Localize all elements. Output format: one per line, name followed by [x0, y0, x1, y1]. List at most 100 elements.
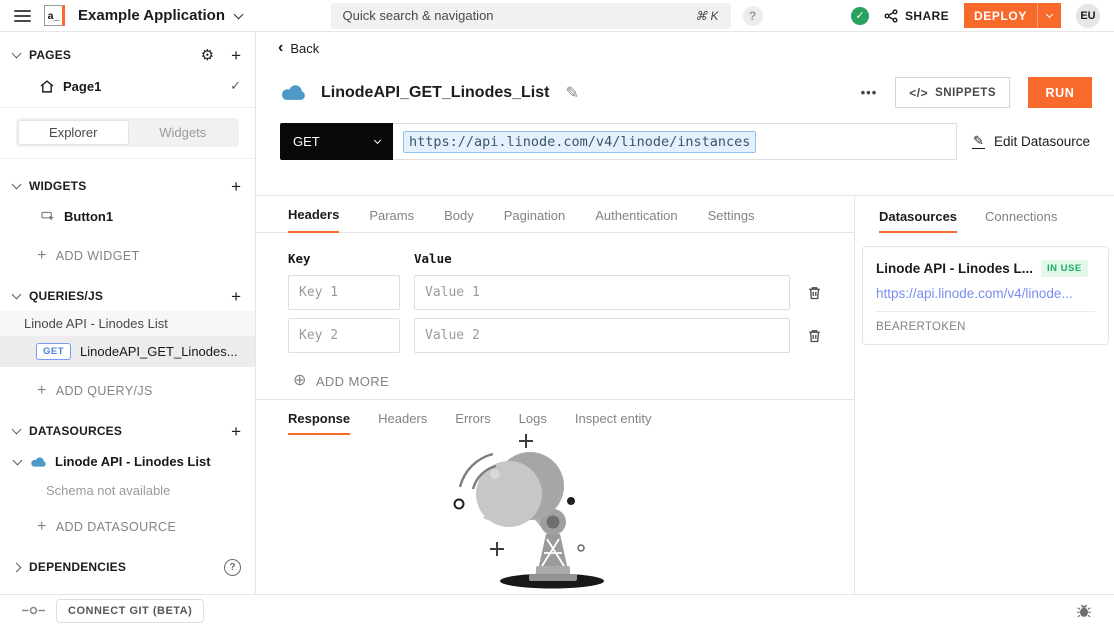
widgets-chevron-down-icon[interactable] [12, 180, 22, 190]
page-selected-check-icon: ✓ [230, 78, 241, 94]
search-shortcut: ⌘ K [695, 9, 718, 23]
sidebar-item-query-selected[interactable]: GET LinodeAPI_GET_Linodes... [0, 336, 255, 367]
widget-name: Button1 [64, 209, 113, 224]
home-icon [40, 80, 54, 93]
deploy-label: DEPLOY [964, 9, 1037, 23]
dependencies-help-icon[interactable]: ? [224, 559, 241, 576]
connect-git-button[interactable]: CONNECT GIT (BETA) [56, 599, 204, 623]
app-title[interactable]: Example Application [78, 7, 225, 24]
datasources-chevron-down-icon[interactable] [12, 425, 22, 435]
hamburger-menu-icon[interactable] [14, 10, 31, 22]
explorer-sidebar: PAGES ⚙ + Page1 ✓ Explorer Widgets WIDGE… [0, 32, 256, 594]
add-datasource-button[interactable]: + ADD DATASOURCE [0, 511, 255, 542]
sidebar-item-page1[interactable]: Page1 ✓ [0, 70, 255, 102]
datasource-card-url[interactable]: https://api.linode.com/v4/linode... [876, 286, 1095, 312]
share-label: SHARE [905, 9, 949, 23]
back-label: Back [290, 41, 319, 56]
empty-response-satellite-illustration [425, 430, 685, 594]
sidebar-item-button1[interactable]: Button1 [0, 201, 255, 232]
app-logo[interactable]: a_ [44, 5, 65, 26]
cloud-icon [30, 456, 47, 468]
divider [0, 158, 255, 159]
edit-datasource-button[interactable]: ✎ Edit Datasource [972, 134, 1090, 150]
query-editor: ‹ Back LinodeAPI_GET_Linodes_List ✎ ••• … [256, 32, 1114, 594]
search-area: Quick search & navigation ⌘ K ? [331, 3, 763, 29]
pages-section-header[interactable]: PAGES ⚙ + [0, 40, 255, 70]
http-method-select[interactable]: GET [280, 123, 393, 160]
add-query-plus-button[interactable]: + [231, 288, 241, 305]
run-button[interactable]: RUN [1028, 77, 1092, 108]
queries-section-header[interactable]: QUERIES/JS + [0, 281, 255, 311]
tab-datasources[interactable]: Datasources [879, 209, 957, 233]
user-avatar[interactable]: EU [1076, 4, 1100, 28]
tab-body[interactable]: Body [444, 208, 474, 232]
key-input-2[interactable] [288, 318, 400, 353]
pages-header-label: PAGES [29, 48, 71, 62]
deploy-button[interactable]: DEPLOY [964, 3, 1061, 28]
add-query-label: ADD QUERY/JS [56, 384, 153, 398]
help-icon[interactable]: ? [743, 6, 763, 26]
tab-headers[interactable]: Headers [288, 207, 339, 233]
url-input[interactable]: https://api.linode.com/v4/linode/instanc… [393, 123, 957, 160]
app-title-chevron-down-icon[interactable] [234, 9, 244, 19]
delete-row-button[interactable] [804, 329, 824, 343]
add-query-button[interactable]: + ADD QUERY/JS [0, 375, 255, 406]
datasources-section-header[interactable]: DATASOURCES + [0, 416, 255, 446]
bug-icon [1076, 603, 1092, 619]
share-button[interactable]: SHARE [884, 9, 949, 23]
cloud-icon [280, 83, 307, 102]
trash-icon [808, 329, 821, 343]
tab-settings[interactable]: Settings [708, 208, 755, 232]
tab-pagination[interactable]: Pagination [504, 208, 565, 232]
query-title-row: LinodeAPI_GET_Linodes_List ✎ ••• </> SNI… [280, 77, 1092, 108]
queries-chevron-down-icon[interactable] [12, 290, 22, 300]
rename-pencil-icon[interactable]: ✎ [565, 83, 578, 103]
value-column-header: Value [414, 251, 790, 266]
datasource-card[interactable]: Linode API - Linodes L... IN USE https:/… [862, 246, 1109, 345]
datasource-name: Linode API - Linodes List [55, 454, 211, 469]
more-actions-button[interactable]: ••• [861, 85, 878, 100]
widgets-section-header[interactable]: WIDGETS + [0, 171, 255, 201]
dependencies-section-header[interactable]: DEPENDENCIES ? [0, 552, 255, 582]
tab-connections[interactable]: Connections [985, 209, 1057, 233]
datasources-header-label: DATASOURCES [29, 424, 122, 438]
request-config-pane: Headers Params Body Pagination Authentic… [256, 196, 855, 594]
plus-icon: + [37, 382, 47, 400]
snippets-button[interactable]: </> SNIPPETS [895, 77, 1010, 108]
statusbar: CONNECT GIT (BETA) [0, 594, 1114, 626]
add-more-label: ADD MORE [316, 374, 389, 389]
add-datasource-label: ADD DATASOURCE [56, 520, 176, 534]
app-logo-glyph: a_ [48, 10, 60, 22]
topbar-right: ✓ SHARE DEPLOY EU [851, 3, 1100, 28]
back-button[interactable]: ‹ Back [256, 32, 1114, 56]
add-widget-label: ADD WIDGET [56, 249, 140, 263]
debug-button[interactable] [1076, 603, 1092, 619]
dependencies-chevron-right-icon[interactable] [12, 562, 22, 572]
query-group-row[interactable]: Linode API - Linodes List [0, 311, 255, 336]
search-input[interactable]: Quick search & navigation ⌘ K [331, 3, 731, 29]
sidebar-item-datasource[interactable]: Linode API - Linodes List [0, 446, 255, 477]
add-page-button[interactable]: + [231, 47, 241, 64]
widgets-header-label: WIDGETS [29, 179, 86, 193]
header-row [288, 318, 854, 361]
tab-explorer[interactable]: Explorer [18, 120, 129, 145]
query-group-label: Linode API - Linodes List [24, 316, 168, 331]
value-input-1[interactable] [414, 275, 790, 310]
code-icon: </> [909, 86, 928, 100]
pages-settings-gear-icon[interactable]: ⚙ [201, 48, 214, 63]
add-widget-plus-button[interactable]: + [231, 178, 241, 195]
add-datasource-plus-button[interactable]: + [231, 423, 241, 440]
http-method-value: GET [293, 134, 320, 149]
query-name: LinodeAPI_GET_Linodes... [80, 344, 238, 359]
add-widget-button[interactable]: + ADD WIDGET [0, 240, 255, 271]
tab-params[interactable]: Params [369, 208, 414, 232]
key-input-1[interactable] [288, 275, 400, 310]
deploy-chevron-down-icon[interactable] [1046, 10, 1053, 17]
pages-chevron-down-icon[interactable] [12, 49, 22, 59]
tab-authentication[interactable]: Authentication [595, 208, 677, 232]
value-input-2[interactable] [414, 318, 790, 353]
datasource-chevron-down-icon[interactable] [13, 455, 23, 465]
tab-widgets[interactable]: Widgets [129, 120, 238, 145]
add-more-button[interactable]: ⊕ ADD MORE [293, 373, 854, 389]
delete-row-button[interactable] [804, 286, 824, 300]
